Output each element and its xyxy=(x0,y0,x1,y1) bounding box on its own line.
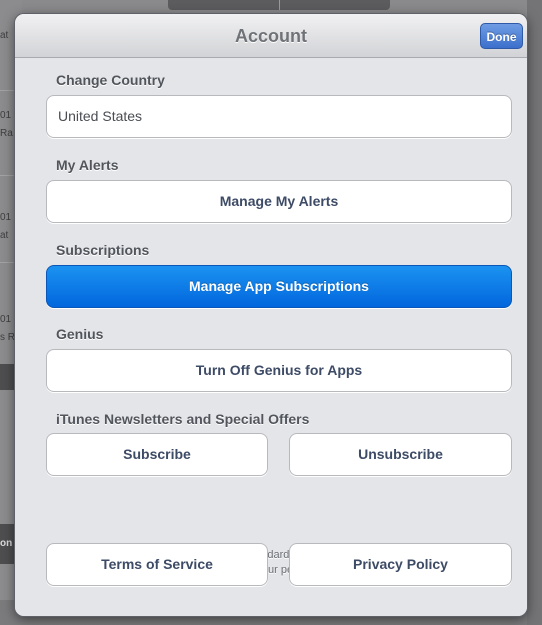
background-text-fragment: Ra xyxy=(0,128,13,139)
subscribe-button[interactable]: Subscribe xyxy=(46,433,268,476)
account-popover: Account Done Change Country United State… xyxy=(15,14,527,616)
background-segmented-control xyxy=(168,0,390,10)
genius-label: Genius xyxy=(56,326,104,342)
account-settings-body: Change Country United States My Alerts M… xyxy=(15,58,527,616)
manage-my-alerts-button[interactable]: Manage My Alerts xyxy=(46,180,512,223)
page-title: Account xyxy=(235,26,307,46)
background-text-fragment: s R xyxy=(0,332,15,343)
background-right-edge xyxy=(527,0,542,625)
terms-of-service-button[interactable]: Terms of Service xyxy=(46,543,268,586)
background-text-fragment: 01 xyxy=(0,212,12,223)
background-text-fragment: at xyxy=(0,230,9,241)
privacy-policy-button[interactable]: Privacy Policy xyxy=(289,543,512,586)
newsletters-label: iTunes Newsletters and Special Offers xyxy=(56,411,310,427)
manage-app-subscriptions-button[interactable]: Manage App Subscriptions xyxy=(46,265,512,308)
background-text-fragment: 01 xyxy=(0,110,12,121)
done-button[interactable]: Done xyxy=(480,23,523,49)
background-text-fragment: 01 xyxy=(0,314,12,325)
background-text-fragment: on xyxy=(0,538,13,549)
popover-header: Account Done xyxy=(15,14,527,58)
unsubscribe-button[interactable]: Unsubscribe xyxy=(289,433,512,476)
change-country-label: Change Country xyxy=(56,72,165,88)
turn-off-genius-button[interactable]: Turn Off Genius for Apps xyxy=(46,349,512,392)
background-text-fragment: at xyxy=(0,30,9,41)
country-field[interactable]: United States xyxy=(46,95,512,138)
my-alerts-label: My Alerts xyxy=(56,157,119,173)
subscriptions-label: Subscriptions xyxy=(56,242,150,258)
